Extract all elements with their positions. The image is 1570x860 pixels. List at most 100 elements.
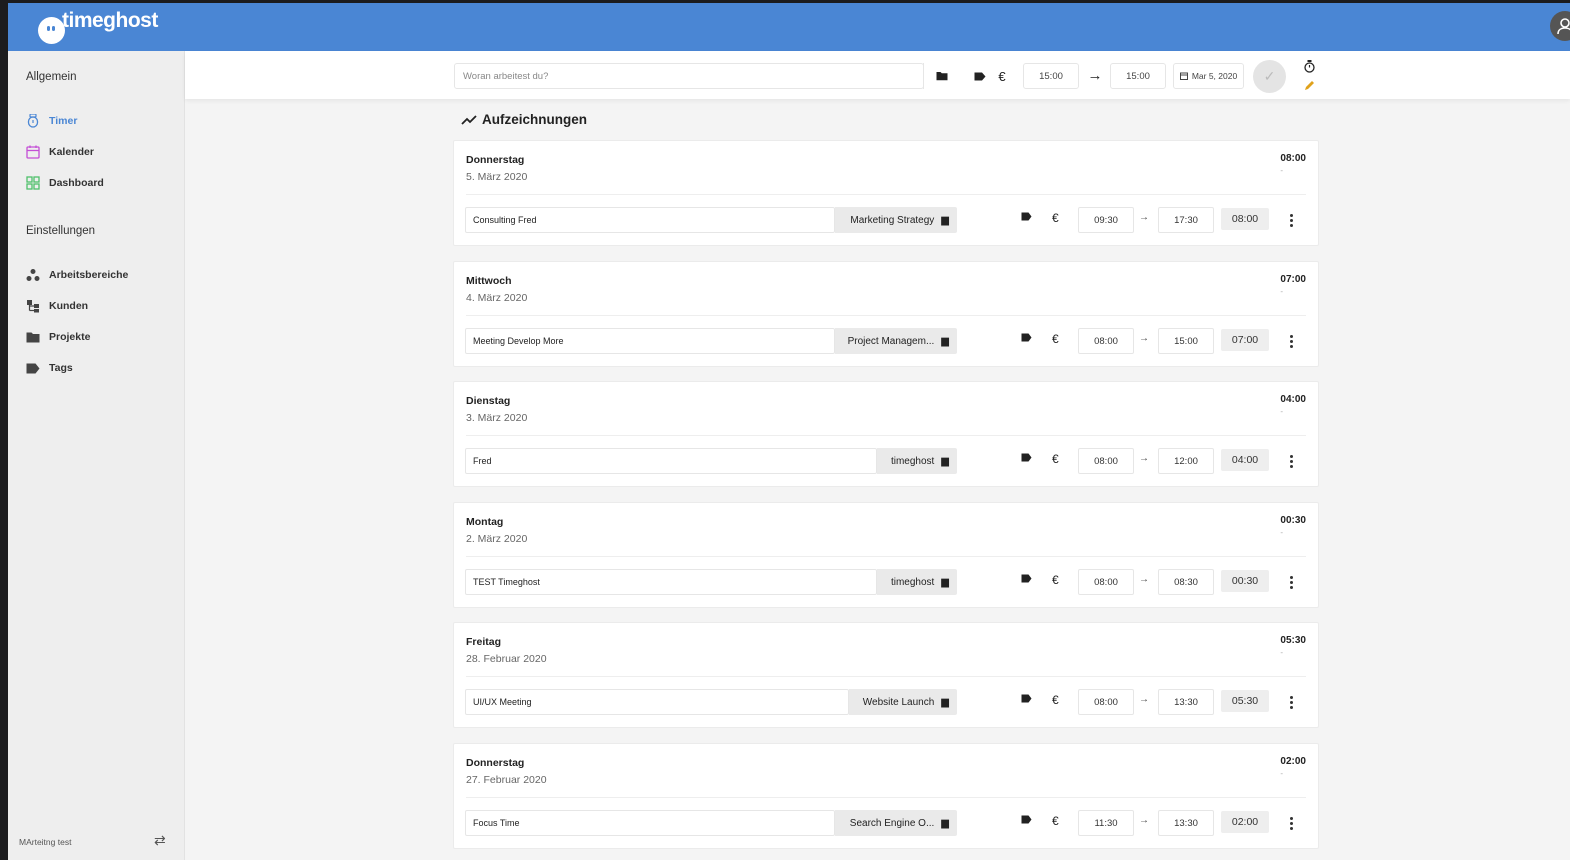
entry-end-time[interactable]: 12:00 [1158, 448, 1214, 474]
sidebar-heading-general: Allgemein [26, 71, 77, 83]
entry-description-input[interactable]: UI/UX Meeting [465, 689, 849, 715]
clients-icon [26, 299, 40, 313]
euro-icon[interactable]: € [1052, 452, 1059, 466]
switch-workspace-icon[interactable]: ⇄ [154, 832, 166, 849]
entry-description-input[interactable]: TEST Timeghost [465, 569, 877, 595]
day-total: 08:00 [1280, 153, 1306, 164]
workspace-name: MArteitng test [19, 837, 72, 847]
records-heading: Aufzeichnungen [461, 112, 587, 127]
entry-end-time[interactable]: 08:30 [1158, 569, 1214, 595]
entry-project-button[interactable]: Marketing Strategy ▆ [835, 207, 957, 233]
entry-project-label: Project Managem... [847, 335, 935, 347]
entry-duration: 02:00 [1221, 811, 1269, 833]
entry-description-input[interactable]: Fred [465, 448, 877, 474]
entry-end-time[interactable]: 13:30 [1158, 810, 1214, 836]
more-vertical-icon[interactable] [1285, 571, 1297, 593]
arrow-right-icon: → [1139, 453, 1149, 464]
records-title-text: Aufzeichnungen [482, 112, 587, 127]
entry-end-time[interactable]: 13:30 [1158, 689, 1214, 715]
calendar-icon [1179, 72, 1188, 80]
grid-icon [26, 176, 40, 190]
sidebar-item-dashboard[interactable]: Dashboard [26, 176, 104, 190]
sidebar-item-timer[interactable]: Timer [26, 114, 77, 128]
day-total-sub: - [1280, 407, 1283, 416]
euro-icon[interactable]: € [1052, 814, 1059, 828]
euro-icon[interactable]: € [1052, 573, 1059, 587]
sidebar-item-workspaces[interactable]: Arbeitsbereiche [26, 268, 128, 282]
more-vertical-icon[interactable] [1285, 330, 1297, 352]
more-vertical-icon[interactable] [1285, 691, 1297, 713]
project-folder-button[interactable] [923, 63, 959, 89]
tag-icon[interactable] [1021, 574, 1032, 586]
entry-project-label: Marketing Strategy [850, 214, 935, 226]
entry-end-time[interactable]: 15:00 [1158, 328, 1214, 354]
entry-description-input[interactable]: Meeting Develop More [465, 328, 835, 354]
sidebar-item-clients[interactable]: Kunden [26, 299, 88, 313]
manual-mode-button[interactable] [1302, 78, 1316, 92]
folder-icon [26, 330, 40, 344]
sidebar-item-projects[interactable]: Projekte [26, 330, 90, 344]
more-vertical-icon[interactable] [1285, 209, 1297, 231]
day-name: Freitag [466, 636, 502, 648]
day-total-sub: - [1280, 166, 1283, 175]
divider [466, 435, 1306, 436]
logo-text: timeghost [62, 9, 158, 32]
more-vertical-icon[interactable] [1285, 812, 1297, 834]
end-time-input[interactable]: 15:00 [1110, 63, 1166, 89]
save-entry-button[interactable]: ✓ [1253, 60, 1286, 93]
sidebar-item-calendar[interactable]: Kalender [26, 145, 94, 159]
entry-start-time[interactable]: 08:00 [1078, 328, 1134, 354]
entry-start-time[interactable]: 08:00 [1078, 569, 1134, 595]
time-entry-bar: Woran arbeitest du? € 15:00 → 15:00 Mar … [185, 51, 1570, 99]
tag-icon[interactable] [1021, 453, 1032, 465]
euro-icon[interactable]: € [1052, 332, 1059, 346]
calendar-icon [26, 145, 40, 159]
entry-description-input[interactable]: Consulting Fred [465, 207, 835, 233]
timer-mode-button[interactable] [1302, 59, 1316, 73]
billable-euro-button[interactable]: € [995, 68, 1009, 84]
day-card: Donnerstag 5. März 2020 08:00 - Consulti… [453, 140, 1319, 246]
day-total: 04:00 [1280, 394, 1306, 405]
entry-project-label: Search Engine O... [849, 817, 935, 829]
day-card: Freitag 28. Februar 2020 05:30 - UI/UX M… [453, 622, 1319, 728]
entry-start-time[interactable]: 08:00 [1078, 448, 1134, 474]
euro-icon[interactable]: € [1052, 693, 1059, 707]
entry-project-button[interactable]: timeghost ▆ [877, 448, 957, 474]
sidebar-item-label: Kunden [49, 300, 89, 312]
user-avatar-button[interactable] [1550, 11, 1570, 41]
entry-description-input[interactable]: Focus Time [465, 810, 835, 836]
day-date: 5. März 2020 [466, 171, 528, 183]
tag-icon[interactable] [1021, 694, 1032, 706]
entry-start-time[interactable]: 11:30 [1078, 810, 1134, 836]
entry-end-time[interactable]: 17:30 [1158, 207, 1214, 233]
entry-project-button[interactable]: Project Managem... ▆ [835, 328, 957, 354]
tag-icon[interactable] [1021, 212, 1032, 224]
entry-start-time[interactable]: 09:30 [1078, 207, 1134, 233]
day-card: Dienstag 3. März 2020 04:00 - Fred timeg… [453, 381, 1319, 487]
logo[interactable]: timeghost [38, 9, 158, 44]
day-total: 00:30 [1280, 515, 1306, 526]
folder-icon: ▆ [941, 214, 949, 226]
description-input[interactable]: Woran arbeitest du? [454, 63, 924, 89]
day-name: Montag [466, 516, 504, 528]
entry-project-button[interactable]: Search Engine O... ▆ [835, 810, 957, 836]
tag-button[interactable] [973, 69, 987, 83]
entry-project-label: timeghost [890, 455, 935, 467]
entry-duration: 00:30 [1221, 570, 1269, 592]
entry-project-button[interactable]: Website Launch ▆ [849, 689, 957, 715]
sidebar-item-label: Timer [49, 115, 78, 127]
tag-icon [26, 361, 40, 375]
tag-icon[interactable] [1021, 333, 1032, 345]
euro-icon[interactable]: € [1052, 211, 1059, 225]
date-picker[interactable]: Mar 5, 2020 [1173, 63, 1244, 89]
day-date: 2. März 2020 [466, 533, 528, 545]
day-total-sub: - [1280, 648, 1283, 657]
start-time-input[interactable]: 15:00 [1023, 63, 1079, 89]
sidebar-item-label: Tags [49, 362, 73, 374]
more-vertical-icon[interactable] [1285, 450, 1297, 472]
sidebar-item-tags[interactable]: Tags [26, 361, 73, 375]
entry-start-time[interactable]: 08:00 [1078, 689, 1134, 715]
sidebar-item-label: Kalender [49, 146, 94, 158]
tag-icon[interactable] [1021, 815, 1032, 827]
entry-project-button[interactable]: timeghost ▆ [877, 569, 957, 595]
